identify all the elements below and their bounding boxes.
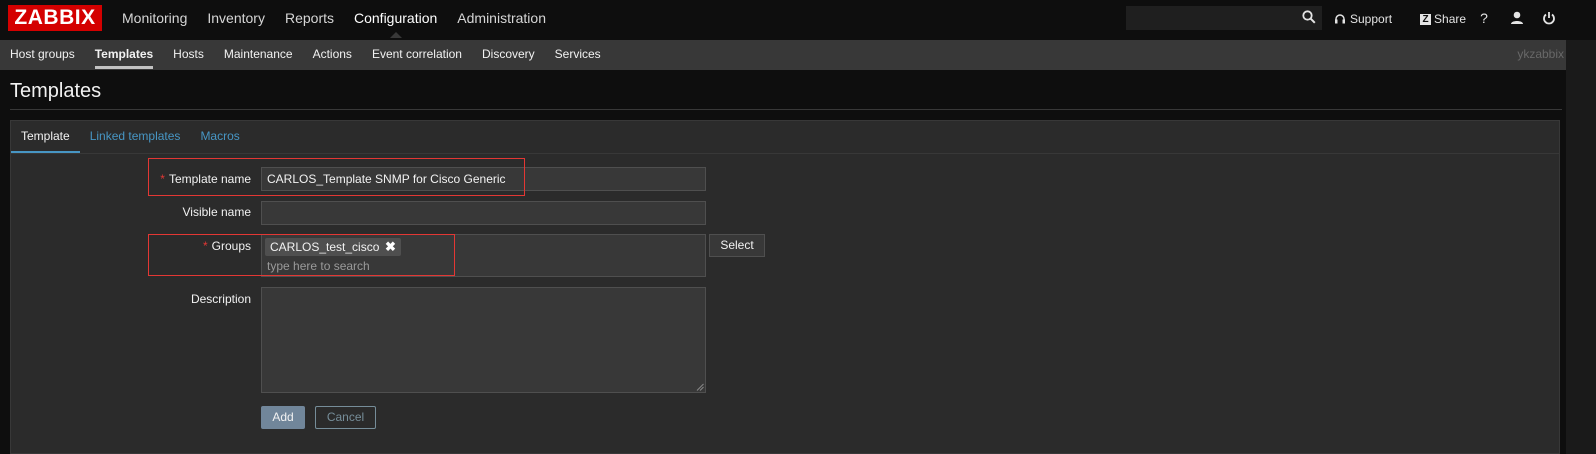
sub-nav-label: Discovery <box>481 47 535 61</box>
sub-nav-label: Templates <box>94 47 154 61</box>
sub-nav-event-correlation[interactable]: Event correlation <box>362 40 472 70</box>
sub-nav-label: Services <box>554 47 601 61</box>
groups-multiselect[interactable]: CARLOS_test_cisco ✖ type here to search <box>261 234 706 277</box>
sub-nav-maintenance[interactable]: Maintenance <box>214 40 303 70</box>
main-nav-configuration[interactable]: Configuration <box>344 0 447 38</box>
resize-grip-icon[interactable] <box>696 383 704 391</box>
label-text: Template name <box>168 172 251 186</box>
main-nav-label: Administration <box>457 10 546 26</box>
sub-nav-label: Hosts <box>173 47 204 61</box>
main-nav-label: Reports <box>284 10 334 26</box>
support-label: Support <box>1350 12 1393 26</box>
search-icon[interactable] <box>1302 10 1316 24</box>
sub-nav-discovery[interactable]: Discovery <box>472 40 545 70</box>
top-links: Support Z Share <box>1334 0 1480 38</box>
group-chip: CARLOS_test_cisco ✖ <box>265 238 402 256</box>
main-nav-label: Monitoring <box>122 10 188 26</box>
top-bar: ZABBIX Monitoring Inventory Reports Conf… <box>0 0 1596 38</box>
zabbix-logo[interactable]: ZABBIX <box>8 5 102 31</box>
template-form-panel: Template Linked templates Macros * Templa… <box>10 120 1560 454</box>
tab-label: Macros <box>200 129 240 143</box>
support-link[interactable]: Support <box>1334 12 1392 26</box>
add-button[interactable]: Add <box>261 406 305 429</box>
main-nav: Monitoring Inventory Reports Configurati… <box>112 0 556 38</box>
page-title: Templates <box>10 80 102 102</box>
tab-label: Linked templates <box>89 129 181 143</box>
required-mark: * <box>160 172 165 186</box>
visible-name-input[interactable] <box>261 201 706 225</box>
sub-nav-templates[interactable]: Templates <box>85 40 163 70</box>
sub-nav-label: Event correlation <box>371 47 462 61</box>
cancel-button[interactable]: Cancel <box>315 406 376 429</box>
active-caret <box>389 32 402 38</box>
main-nav-reports[interactable]: Reports <box>275 0 344 38</box>
tab-macros[interactable]: Macros <box>190 121 249 153</box>
share-label: Share <box>1434 12 1467 26</box>
template-name-label: * Template name <box>11 172 251 186</box>
remove-group-icon[interactable]: ✖ <box>384 239 396 255</box>
sub-nav-label: Host groups <box>10 47 75 61</box>
description-label: Description <box>190 292 251 306</box>
tabs-divider <box>11 153 1559 154</box>
tab-template[interactable]: Template <box>11 121 80 153</box>
description-textarea[interactable] <box>261 287 706 393</box>
sub-nav: Host groups Templates Hosts Maintenance … <box>0 40 1596 70</box>
help-icon[interactable]: ? <box>1476 10 1492 26</box>
power-icon[interactable] <box>1541 10 1557 26</box>
groups-search-input[interactable]: type here to search <box>267 258 370 274</box>
sub-nav-host-groups[interactable]: Host groups <box>0 40 85 70</box>
main-nav-administration[interactable]: Administration <box>447 0 556 38</box>
headset-icon <box>1335 14 1345 24</box>
user-icon[interactable] <box>1509 10 1525 26</box>
main-nav-inventory[interactable]: Inventory <box>197 0 275 38</box>
form-tabs: Template Linked templates Macros <box>11 121 250 153</box>
visible-name-label: Visible name <box>182 205 251 219</box>
template-name-input[interactable]: CARLOS_Template SNMP for Cisco Generic <box>261 167 706 191</box>
groups-select-button[interactable]: Select <box>709 234 765 257</box>
sub-nav-actions[interactable]: Actions <box>303 40 362 70</box>
username: ykzabbix <box>1517 47 1564 61</box>
sub-nav-hosts[interactable]: Hosts <box>163 40 214 70</box>
sub-nav-label: Maintenance <box>223 47 293 61</box>
required-mark: * <box>202 239 208 253</box>
sub-nav-services[interactable]: Services <box>545 40 611 70</box>
global-search-input[interactable] <box>1126 6 1322 30</box>
tab-linked-templates[interactable]: Linked templates <box>80 121 191 153</box>
main-nav-label: Configuration <box>354 10 438 26</box>
share-link[interactable]: Z Share <box>1420 12 1466 26</box>
main-nav-monitoring[interactable]: Monitoring <box>112 0 197 38</box>
title-divider <box>10 109 1562 110</box>
label-text: Groups <box>211 239 251 253</box>
tab-label: Template <box>21 129 70 143</box>
sub-nav-label: Actions <box>312 47 352 61</box>
share-z-icon: Z <box>1420 13 1432 25</box>
main-nav-label: Inventory <box>207 10 265 26</box>
group-chip-label: CARLOS_test_cisco <box>270 240 380 254</box>
right-scroll-strip <box>1566 40 1596 454</box>
groups-label: * Groups <box>11 239 251 253</box>
